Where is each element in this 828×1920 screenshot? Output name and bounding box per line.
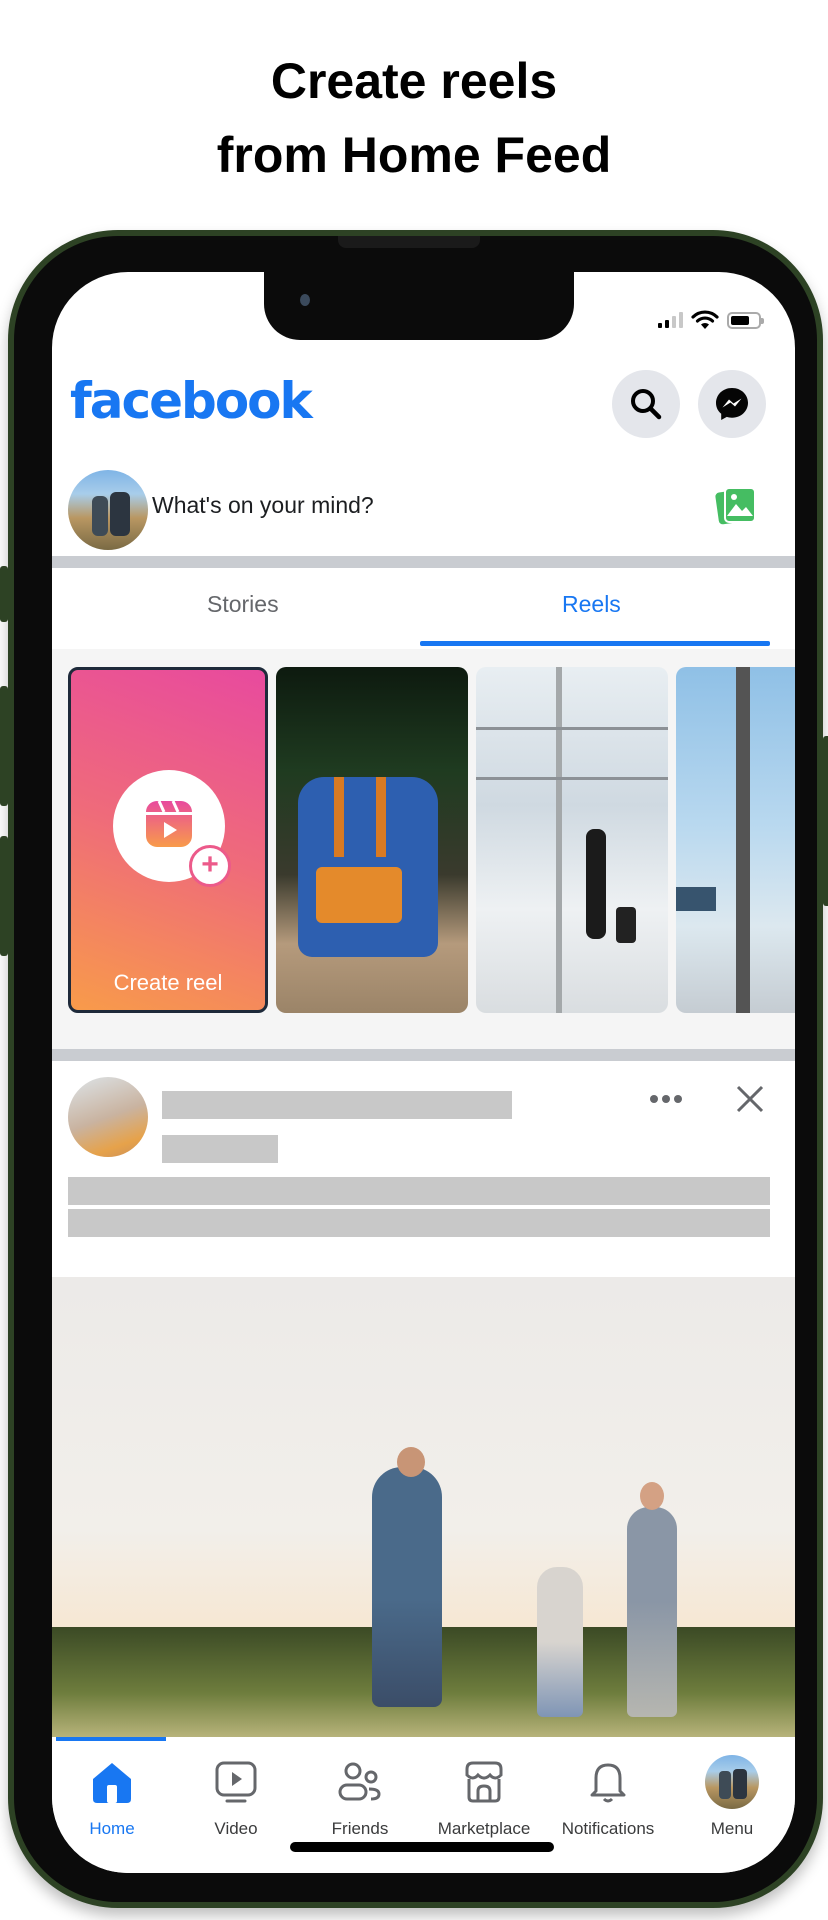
- post-image[interactable]: [52, 1277, 795, 1737]
- user-avatar[interactable]: [68, 470, 148, 550]
- top-bar: facebook: [52, 362, 795, 452]
- tab-stories[interactable]: Stories: [207, 591, 279, 618]
- nav-label: Marketplace: [437, 1819, 531, 1838]
- home-icon: [93, 1763, 131, 1803]
- composer[interactable]: What's on your mind?: [52, 462, 795, 552]
- messenger-icon: [716, 388, 748, 420]
- nav-item-home[interactable]: Home: [52, 1755, 174, 1839]
- facebook-logo[interactable]: facebook: [70, 372, 313, 430]
- nav-label: Menu: [710, 1819, 754, 1838]
- side-button-mute: [0, 566, 8, 622]
- create-reel-card[interactable]: + Create reel: [68, 667, 268, 1013]
- headline-line-2: from Home Feed: [216, 127, 612, 183]
- traveler-figure: [586, 829, 606, 939]
- home-indicator[interactable]: [290, 1842, 554, 1852]
- status-bar: [658, 310, 764, 330]
- wifi-icon: [691, 310, 719, 329]
- profile-avatar: [705, 1755, 759, 1809]
- author-name-placeholder: [162, 1091, 512, 1119]
- bottom-nav: Home Video Friends Marketplace Notificat…: [52, 1737, 795, 1873]
- video-icon: [215, 1761, 257, 1803]
- friends-icon: [338, 1762, 381, 1801]
- speaker-grille: [338, 236, 480, 248]
- screen: facebook What's on your mind? Stories Re…: [52, 272, 795, 1873]
- nav-label: Video: [214, 1819, 258, 1838]
- person-father: [372, 1467, 442, 1707]
- messenger-button[interactable]: [698, 370, 766, 438]
- reel-card[interactable]: [476, 667, 668, 1013]
- marketplace-icon: [465, 1761, 503, 1803]
- bell-icon: [590, 1763, 626, 1803]
- headline-line-1: Create reels: [270, 53, 558, 109]
- reels-icon: [146, 800, 192, 847]
- person-child: [537, 1567, 583, 1717]
- nav-item-marketplace[interactable]: Marketplace: [422, 1755, 546, 1839]
- search-button[interactable]: [612, 370, 680, 438]
- create-reel-label: Create reel: [113, 970, 223, 995]
- photo-icon[interactable]: [715, 484, 757, 526]
- tab-reels[interactable]: Reels: [562, 591, 621, 618]
- nav-item-menu[interactable]: Menu: [670, 1755, 794, 1839]
- nav-label: Notifications: [561, 1819, 655, 1838]
- headline: Create reels from Home Feed: [0, 44, 828, 192]
- phone-frame: facebook What's on your mind? Stories Re…: [0, 230, 828, 1908]
- nav-item-notifications[interactable]: Notifications: [546, 1755, 670, 1839]
- notch: [264, 272, 574, 340]
- timestamp-placeholder: [162, 1135, 278, 1163]
- section-divider: [52, 1049, 795, 1061]
- reel-card[interactable]: [276, 667, 468, 1013]
- side-button-volume-up: [0, 686, 8, 806]
- composer-placeholder[interactable]: What's on your mind?: [152, 492, 374, 519]
- post-text-placeholder-line-2: [68, 1209, 770, 1237]
- signal-icon: [658, 312, 683, 328]
- close-icon[interactable]: [734, 1083, 766, 1115]
- backpack-pocket: [316, 867, 402, 923]
- nav-label: Friends: [331, 1819, 389, 1838]
- post-text-placeholder-line-1: [68, 1177, 770, 1205]
- side-button-power: [823, 736, 828, 906]
- suitcase-shape: [616, 907, 636, 943]
- nav-item-friends[interactable]: Friends: [298, 1755, 422, 1839]
- search-icon: [631, 389, 662, 420]
- reel-card[interactable]: [676, 667, 795, 1013]
- battery-level: [731, 315, 750, 325]
- reels-carousel[interactable]: + Create reel: [52, 649, 795, 1049]
- side-button-volume-down: [0, 836, 8, 956]
- post-author-avatar[interactable]: [68, 1077, 148, 1157]
- nav-label: Home: [89, 1819, 135, 1838]
- stories-reels-tabs: Stories Reels: [52, 567, 795, 649]
- add-icon: +: [189, 845, 231, 887]
- more-button[interactable]: [650, 1095, 682, 1103]
- person-mother: [627, 1507, 677, 1717]
- active-tab-indicator: [420, 641, 770, 646]
- nav-active-indicator: [56, 1737, 166, 1741]
- nav-item-video[interactable]: Video: [174, 1755, 298, 1839]
- front-camera: [300, 294, 310, 306]
- battery-icon: [727, 311, 764, 329]
